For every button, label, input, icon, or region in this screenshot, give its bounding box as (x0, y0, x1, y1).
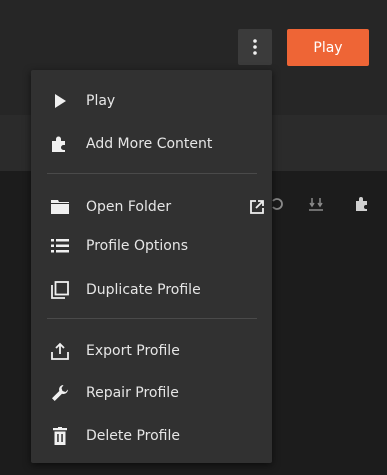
menu-item-label: Profile Options (86, 238, 188, 254)
wrench-icon (49, 382, 71, 404)
menu-item-export-profile[interactable]: Export Profile (31, 333, 272, 369)
folder-icon (49, 196, 71, 218)
duplicate-icon (49, 279, 71, 301)
play-icon (49, 90, 71, 112)
list-icon (49, 235, 71, 257)
kebab-icon (253, 39, 257, 55)
menu-item-label: Duplicate Profile (86, 282, 201, 298)
menu-item-label: Play (86, 93, 116, 109)
menu-item-repair-profile[interactable]: Repair Profile (31, 375, 272, 411)
menu-divider (47, 173, 257, 174)
more-options-button[interactable] (238, 29, 272, 65)
menu-item-label: Open Folder (86, 199, 172, 215)
export-icon (49, 340, 71, 362)
menu-item-profile-options[interactable]: Profile Options (31, 228, 272, 264)
refresh-icon[interactable] (270, 196, 284, 216)
menu-item-open-folder[interactable]: Open Folder (31, 189, 272, 225)
profile-context-menu: Play Add More Content Open Folder Profil… (31, 70, 272, 463)
menu-item-label: Delete Profile (86, 428, 180, 444)
trash-icon (49, 425, 71, 447)
menu-item-label: Export Profile (86, 343, 180, 359)
menu-item-label: Repair Profile (86, 385, 179, 401)
mods-icon[interactable] (354, 196, 370, 216)
menu-item-duplicate-profile[interactable]: Duplicate Profile (31, 272, 272, 308)
download-icon[interactable] (308, 196, 324, 216)
puzzle-icon (49, 133, 71, 155)
play-button[interactable]: Play (287, 29, 369, 66)
menu-item-add-more-content[interactable]: Add More Content (31, 126, 272, 162)
menu-item-play[interactable]: Play (31, 83, 272, 119)
menu-item-label: Add More Content (86, 136, 213, 152)
external-link-icon (249, 199, 265, 215)
menu-divider (47, 318, 257, 319)
menu-item-delete-profile[interactable]: Delete Profile (31, 418, 272, 454)
